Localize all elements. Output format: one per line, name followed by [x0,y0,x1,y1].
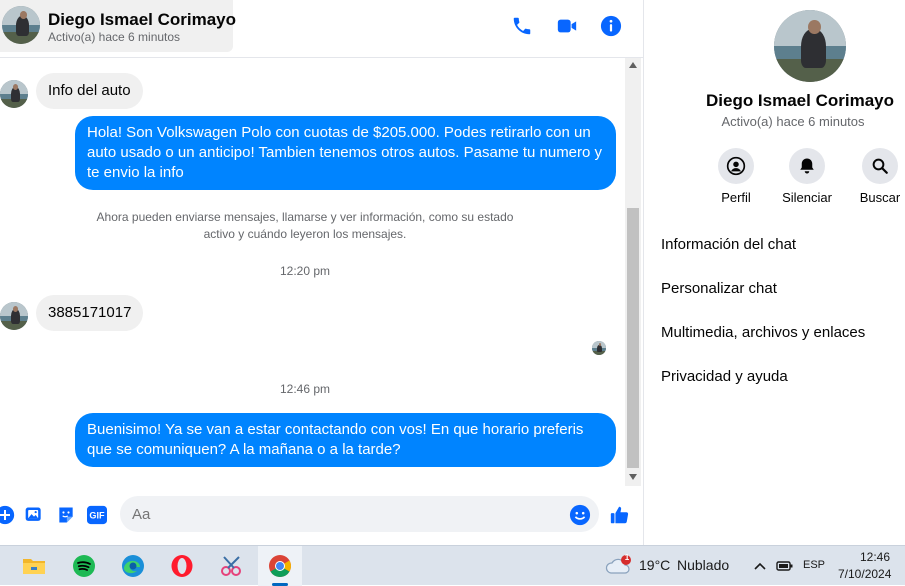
menu-customize-chat[interactable]: Personalizar chat [661,280,777,297]
clock-date[interactable]: 7/10/2024 [838,567,891,581]
video-call-icon[interactable] [555,14,579,38]
weather-badge: 1 [624,553,630,562]
menu-media-files-links[interactable]: Multimedia, archivos y enlaces [661,324,865,341]
sticker-icon[interactable] [55,504,77,526]
message-composer: GIF [0,490,643,542]
menu-privacy-help[interactable]: Privacidad y ayuda [661,368,788,385]
message-list[interactable]: Info del auto Hola! Son Volkswagen Polo … [0,58,625,486]
avatar [0,302,28,330]
mute-button[interactable]: Silenciar [777,148,837,205]
language-indicator[interactable]: ESP [803,559,825,571]
taskbar: 1 19°C Nublado ESP 12:46 7/10/2024 [0,545,905,586]
panel-contact-name: Diego Ismael Corimayo [705,91,894,110]
battery-icon[interactable] [774,546,796,586]
scrollbar[interactable] [625,58,641,486]
profile-label: Perfil [721,190,751,205]
search-icon [862,148,898,184]
contact-name: Diego Ismael Corimayo [48,10,237,29]
avatar [0,80,28,108]
weather-cloud-icon[interactable]: 1 [602,546,636,586]
incoming-message[interactable]: Info del auto [36,73,143,109]
search-label: Buscar [859,190,901,205]
edge-icon[interactable] [111,546,155,586]
chevron-up-icon[interactable] [750,546,770,586]
weather-description[interactable]: Nublado [677,557,729,573]
bell-icon [789,148,825,184]
seen-receipt-avatar [592,341,606,355]
system-notice: Ahora pueden enviarse mensajes, llamarse… [96,210,514,241]
phone-call-icon[interactable] [510,14,534,38]
clock-time[interactable]: 12:46 [838,550,890,564]
profile-icon [718,148,754,184]
contact-header-button[interactable]: Diego Ismael Corimayo Activo(a) hace 6 m… [0,0,237,52]
message-input[interactable] [120,496,599,532]
messenger-app: Diego Ismael Corimayo Activo(a) hace 6 m… [0,0,905,545]
thumbs-up-icon[interactable] [609,504,631,526]
file-explorer-icon[interactable] [12,546,56,586]
profile-avatar[interactable] [774,10,846,82]
scrollbar-thumb[interactable] [627,208,639,468]
gif-icon[interactable]: GIF [86,504,108,526]
outgoing-message[interactable]: Buenisimo! Ya se van a estar contactando… [75,413,616,467]
snipping-tool-icon[interactable] [210,546,254,586]
chat-header: Diego Ismael Corimayo Activo(a) hace 6 m… [0,0,643,58]
svg-text:GIF: GIF [89,511,105,521]
outgoing-message[interactable]: Hola! Son Volkswagen Polo con cuotas de … [75,116,616,190]
mute-label: Silenciar [782,190,832,205]
menu-chat-info[interactable]: Información del chat [661,236,796,253]
image-icon[interactable] [23,504,45,526]
profile-button[interactable]: Perfil [706,148,766,205]
avatar [2,6,40,44]
timestamp: 12:46 pm [279,382,331,396]
opera-icon[interactable] [160,546,204,586]
weather-temperature[interactable]: 19°C [639,557,670,573]
chat-info-panel: Diego Ismael Corimayo Activo(a) hace 6 m… [643,0,905,545]
panel-contact-status: Activo(a) hace 6 minutos [721,114,865,129]
spotify-icon[interactable] [62,546,106,586]
emoji-icon[interactable] [569,504,591,526]
chrome-icon[interactable] [258,546,302,586]
search-button[interactable]: Buscar [850,148,905,205]
chat-area: Diego Ismael Corimayo Activo(a) hace 6 m… [0,0,643,545]
info-icon[interactable] [599,14,623,38]
scroll-down-arrow-icon[interactable] [629,474,637,480]
plus-icon[interactable] [0,504,16,526]
incoming-message[interactable]: 3885171017 [36,295,144,331]
contact-status: Activo(a) hace 6 minutos [48,30,181,44]
timestamp: 12:20 pm [279,264,331,278]
scroll-up-arrow-icon[interactable] [629,62,637,68]
